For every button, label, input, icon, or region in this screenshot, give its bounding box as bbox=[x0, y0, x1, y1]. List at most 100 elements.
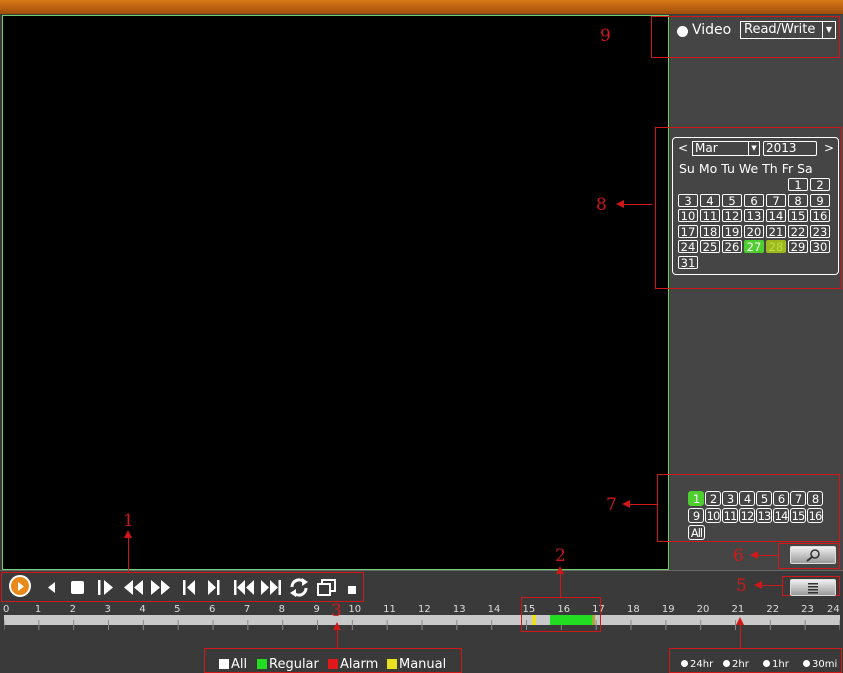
stop-button[interactable] bbox=[68, 577, 86, 597]
search-button[interactable] bbox=[790, 546, 836, 564]
read-write-select[interactable]: Read/Write ▼ bbox=[740, 21, 836, 39]
timeline-hour-label: 13 bbox=[452, 604, 466, 615]
play-button[interactable] bbox=[9, 575, 31, 597]
calendar-day[interactable]: 23 bbox=[810, 224, 830, 238]
channel-button[interactable]: 5 bbox=[756, 491, 772, 506]
channel-button[interactable]: 2 bbox=[705, 491, 721, 506]
calendar-day[interactable]: 12 bbox=[722, 209, 742, 222]
timeline-hour-label: 8 bbox=[278, 604, 286, 615]
calendar-day[interactable]: 13 bbox=[744, 209, 764, 222]
stop-icon bbox=[71, 581, 84, 594]
arrowhead-icon bbox=[556, 566, 564, 574]
timeline-hour-label: 1 bbox=[34, 604, 42, 615]
previous-file-icon bbox=[234, 580, 254, 595]
loop-button[interactable] bbox=[288, 577, 310, 597]
channel-all-button[interactable]: All bbox=[688, 525, 705, 540]
channel-button[interactable]: 11 bbox=[722, 508, 738, 523]
arrowhead-icon bbox=[333, 622, 341, 630]
channel-button[interactable]: 7 bbox=[790, 491, 806, 506]
zoom-24hr[interactable]: 24hr bbox=[681, 659, 713, 670]
next-frame-button[interactable] bbox=[205, 577, 223, 597]
month-select[interactable]: Mar ▼ bbox=[692, 141, 760, 156]
calendar-day[interactable]: 18 bbox=[700, 224, 720, 238]
video-playback-area[interactable] bbox=[2, 15, 669, 570]
calendar-day[interactable]: 10 bbox=[678, 209, 698, 222]
calendar-day[interactable]: 26 bbox=[722, 240, 742, 253]
channel-button[interactable]: 15 bbox=[790, 508, 806, 523]
calendar-day[interactable]: 11 bbox=[700, 209, 720, 222]
file-list-button[interactable] bbox=[790, 579, 836, 596]
radio-icon bbox=[681, 660, 688, 667]
calendar-day[interactable]: 1 bbox=[788, 178, 808, 191]
calendar-day[interactable]: 31 bbox=[678, 255, 698, 269]
calendar-day[interactable]: 17 bbox=[678, 224, 698, 238]
channel-button[interactable]: 10 bbox=[705, 508, 721, 523]
calendar-day[interactable]: 5 bbox=[722, 193, 742, 207]
calendar-day[interactable]: 20 bbox=[744, 224, 764, 238]
timeline-gridlines bbox=[3, 620, 841, 630]
calendar-day[interactable]: 9 bbox=[810, 193, 830, 207]
previous-file-button[interactable] bbox=[232, 577, 256, 597]
calendar-day[interactable]: 24 bbox=[678, 240, 698, 253]
zoom-2hr[interactable]: 2hr bbox=[723, 659, 749, 670]
video-radio-button[interactable] bbox=[677, 26, 688, 37]
fast-forward-button[interactable] bbox=[149, 577, 173, 597]
calendar-day[interactable]: 6 bbox=[744, 193, 764, 207]
calendar-day[interactable]: 14 bbox=[766, 209, 786, 222]
timeline-hour-label: 21 bbox=[731, 604, 745, 615]
calendar-day[interactable]: 21 bbox=[766, 224, 786, 238]
calendar-day[interactable]: 4 bbox=[700, 193, 720, 207]
calendar-day[interactable]: 29 bbox=[788, 240, 808, 253]
year-field[interactable]: 2013 bbox=[763, 141, 817, 156]
calendar-day[interactable]: 7 bbox=[766, 193, 786, 207]
legend-all[interactable]: All bbox=[219, 657, 247, 672]
calendar-day[interactable]: 22 bbox=[788, 224, 808, 238]
channel-button[interactable]: 1 bbox=[688, 491, 704, 506]
reverse-play-button[interactable] bbox=[44, 577, 58, 597]
arrowhead-icon bbox=[754, 581, 762, 589]
channel-button[interactable]: 4 bbox=[739, 491, 755, 506]
timeline-hour-label: 18 bbox=[627, 604, 640, 615]
prev-month-button[interactable]: < bbox=[678, 141, 688, 155]
legend-manual[interactable]: Manual bbox=[387, 657, 446, 672]
calendar-day[interactable]: 8 bbox=[788, 193, 808, 207]
channel-button[interactable]: 16 bbox=[807, 508, 823, 523]
next-month-button[interactable]: > bbox=[824, 141, 834, 155]
channel-button[interactable]: 14 bbox=[773, 508, 789, 523]
legend-alarm-label: Alarm bbox=[340, 657, 379, 672]
legend-alarm[interactable]: Alarm bbox=[328, 657, 378, 672]
calendar-day[interactable]: 15 bbox=[788, 209, 808, 222]
annotation-number-7: 7 bbox=[606, 495, 617, 515]
fast-backward-button[interactable] bbox=[122, 577, 146, 597]
month-select-value: Mar bbox=[695, 141, 718, 155]
calendar-day[interactable]: 28 bbox=[766, 240, 786, 253]
channel-button[interactable]: 9 bbox=[688, 508, 704, 523]
fullscreen-button[interactable] bbox=[316, 577, 338, 597]
calendar-day[interactable]: 2 bbox=[810, 178, 830, 191]
reverse-play-icon bbox=[48, 582, 55, 593]
timeline-hour-label: 6 bbox=[209, 604, 216, 615]
slow-play-button[interactable] bbox=[96, 577, 116, 597]
calendar-day[interactable]: 27 bbox=[744, 240, 764, 253]
channel-button[interactable]: 12 bbox=[739, 508, 755, 523]
channel-button[interactable]: 6 bbox=[773, 491, 789, 506]
calendar-day[interactable]: 30 bbox=[810, 240, 830, 253]
calendar-day[interactable]: 25 bbox=[700, 240, 720, 253]
legend-regular[interactable]: Regular bbox=[257, 657, 319, 672]
square-icon bbox=[348, 586, 356, 594]
calendar-day[interactable]: 3 bbox=[678, 193, 698, 207]
channel-button[interactable]: 3 bbox=[722, 491, 738, 506]
small-stop-button[interactable] bbox=[346, 577, 358, 597]
zoom-1hr[interactable]: 1hr bbox=[763, 659, 789, 670]
calendar-day[interactable]: 19 bbox=[722, 224, 742, 238]
annotation-number-3: 3 bbox=[331, 601, 342, 621]
zoom-30mi[interactable]: 30mi bbox=[803, 659, 837, 670]
previous-frame-button[interactable] bbox=[180, 577, 198, 597]
timeline-bar[interactable] bbox=[3, 615, 841, 630]
legend-all-label: All bbox=[231, 657, 248, 672]
next-file-button[interactable] bbox=[259, 577, 283, 597]
arrowhead-icon bbox=[616, 200, 624, 208]
channel-button[interactable]: 8 bbox=[807, 491, 823, 506]
calendar-day[interactable]: 16 bbox=[810, 209, 830, 222]
channel-button[interactable]: 13 bbox=[756, 508, 772, 523]
